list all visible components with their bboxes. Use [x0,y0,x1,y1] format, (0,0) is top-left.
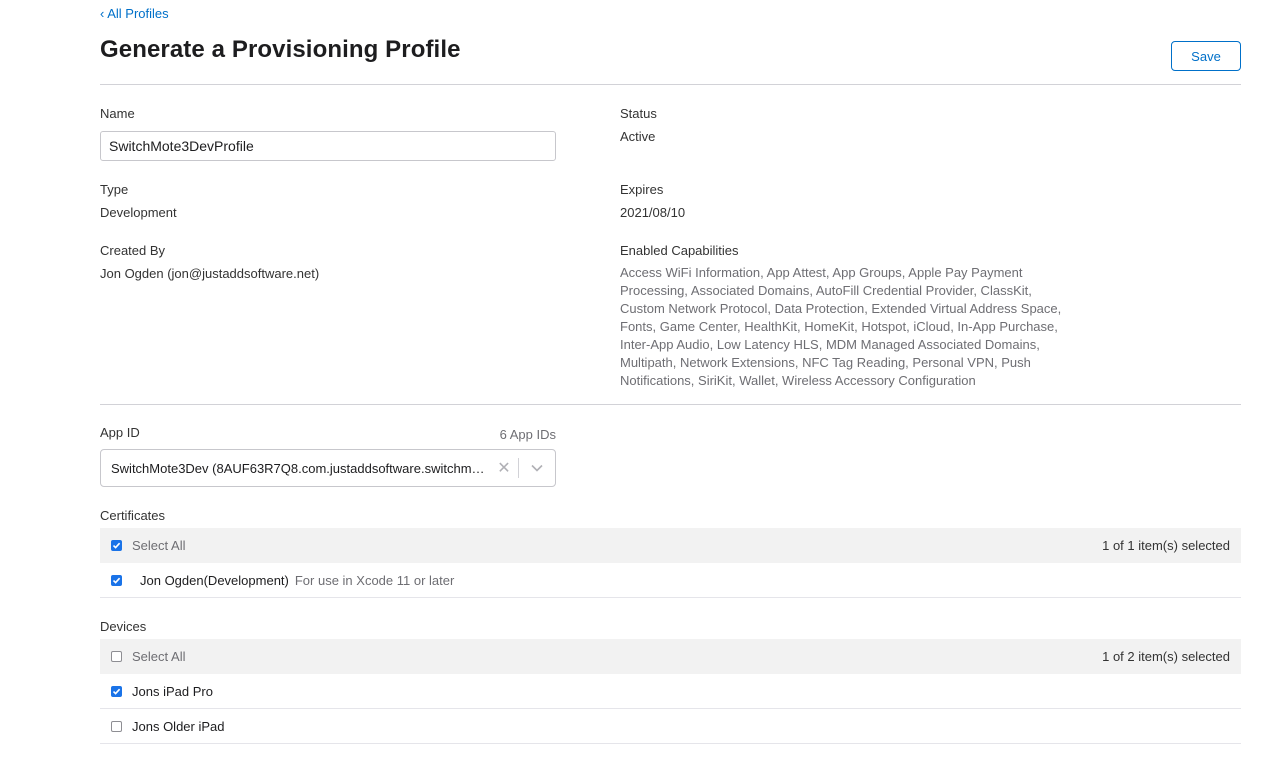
header-divider [100,84,1241,85]
app-id-select[interactable]: SwitchMote3Dev (8AUF63R7Q8.com.justaddso… [100,449,556,487]
all-profiles-link[interactable]: ‹ All Profiles [100,6,169,21]
profile-name-input[interactable] [100,131,556,161]
name-label: Name [100,106,135,121]
app-id-selected-value: SwitchMote3Dev (8AUF63R7Q8.com.justaddso… [111,460,490,476]
enabled-capabilities-value: Access WiFi Information, App Attest, App… [620,265,1062,388]
certificates-select-all-checkbox[interactable] [111,540,122,551]
certificate-row: Jon Ogden(Development) For use in Xcode … [100,563,1241,598]
device-name: Jons Older iPad [132,718,225,734]
details-divider [100,404,1241,405]
select-all-label: Select All [132,649,186,664]
status-value: Active [620,129,656,144]
devices-select-all-checkbox[interactable] [111,651,122,662]
created-by-label: Created By [100,243,166,258]
type-label: Type [100,182,129,197]
device-name: Jons iPad Pro [132,683,213,699]
device-checkbox[interactable] [111,720,122,732]
page-title: Generate a Provisioning Profile [100,36,461,63]
certificate-name: Jon Ogden(Development) [140,572,289,588]
devices-selected-count: 1 of 2 item(s) selected [1102,649,1230,664]
devices-label: Devices [100,619,147,634]
chevron-down-icon[interactable] [519,464,555,472]
app-id-label: App ID [100,425,140,440]
save-button[interactable]: Save [1171,41,1241,71]
device-row: Jons Older iPad [100,709,1241,744]
expires-label: Expires [620,182,664,197]
created-by-value: Jon Ogden (jon@justaddsoftware.net) [100,266,320,281]
certificates-selected-count: 1 of 1 item(s) selected [1102,538,1230,553]
device-row: Jons iPad Pro [100,674,1241,709]
certificate-note: For use in Xcode 11 or later [294,572,455,588]
clear-icon[interactable]: ✕ [490,458,518,478]
devices-select-all-row: Select All 1 of 2 item(s) selected [100,639,1241,674]
certificates-select-all-row: Select All 1 of 1 item(s) selected [100,528,1241,563]
device-checkbox[interactable] [111,685,122,697]
app-id-count: 6 App IDs [499,427,556,442]
select-all-label: Select All [132,538,186,553]
expires-value: 2021/08/10 [620,205,686,220]
type-value: Development [100,205,177,220]
status-label: Status [620,106,657,121]
certificate-checkbox[interactable] [111,574,122,586]
enabled-capabilities-label: Enabled Capabilities [620,243,739,258]
certificates-label: Certificates [100,508,166,523]
